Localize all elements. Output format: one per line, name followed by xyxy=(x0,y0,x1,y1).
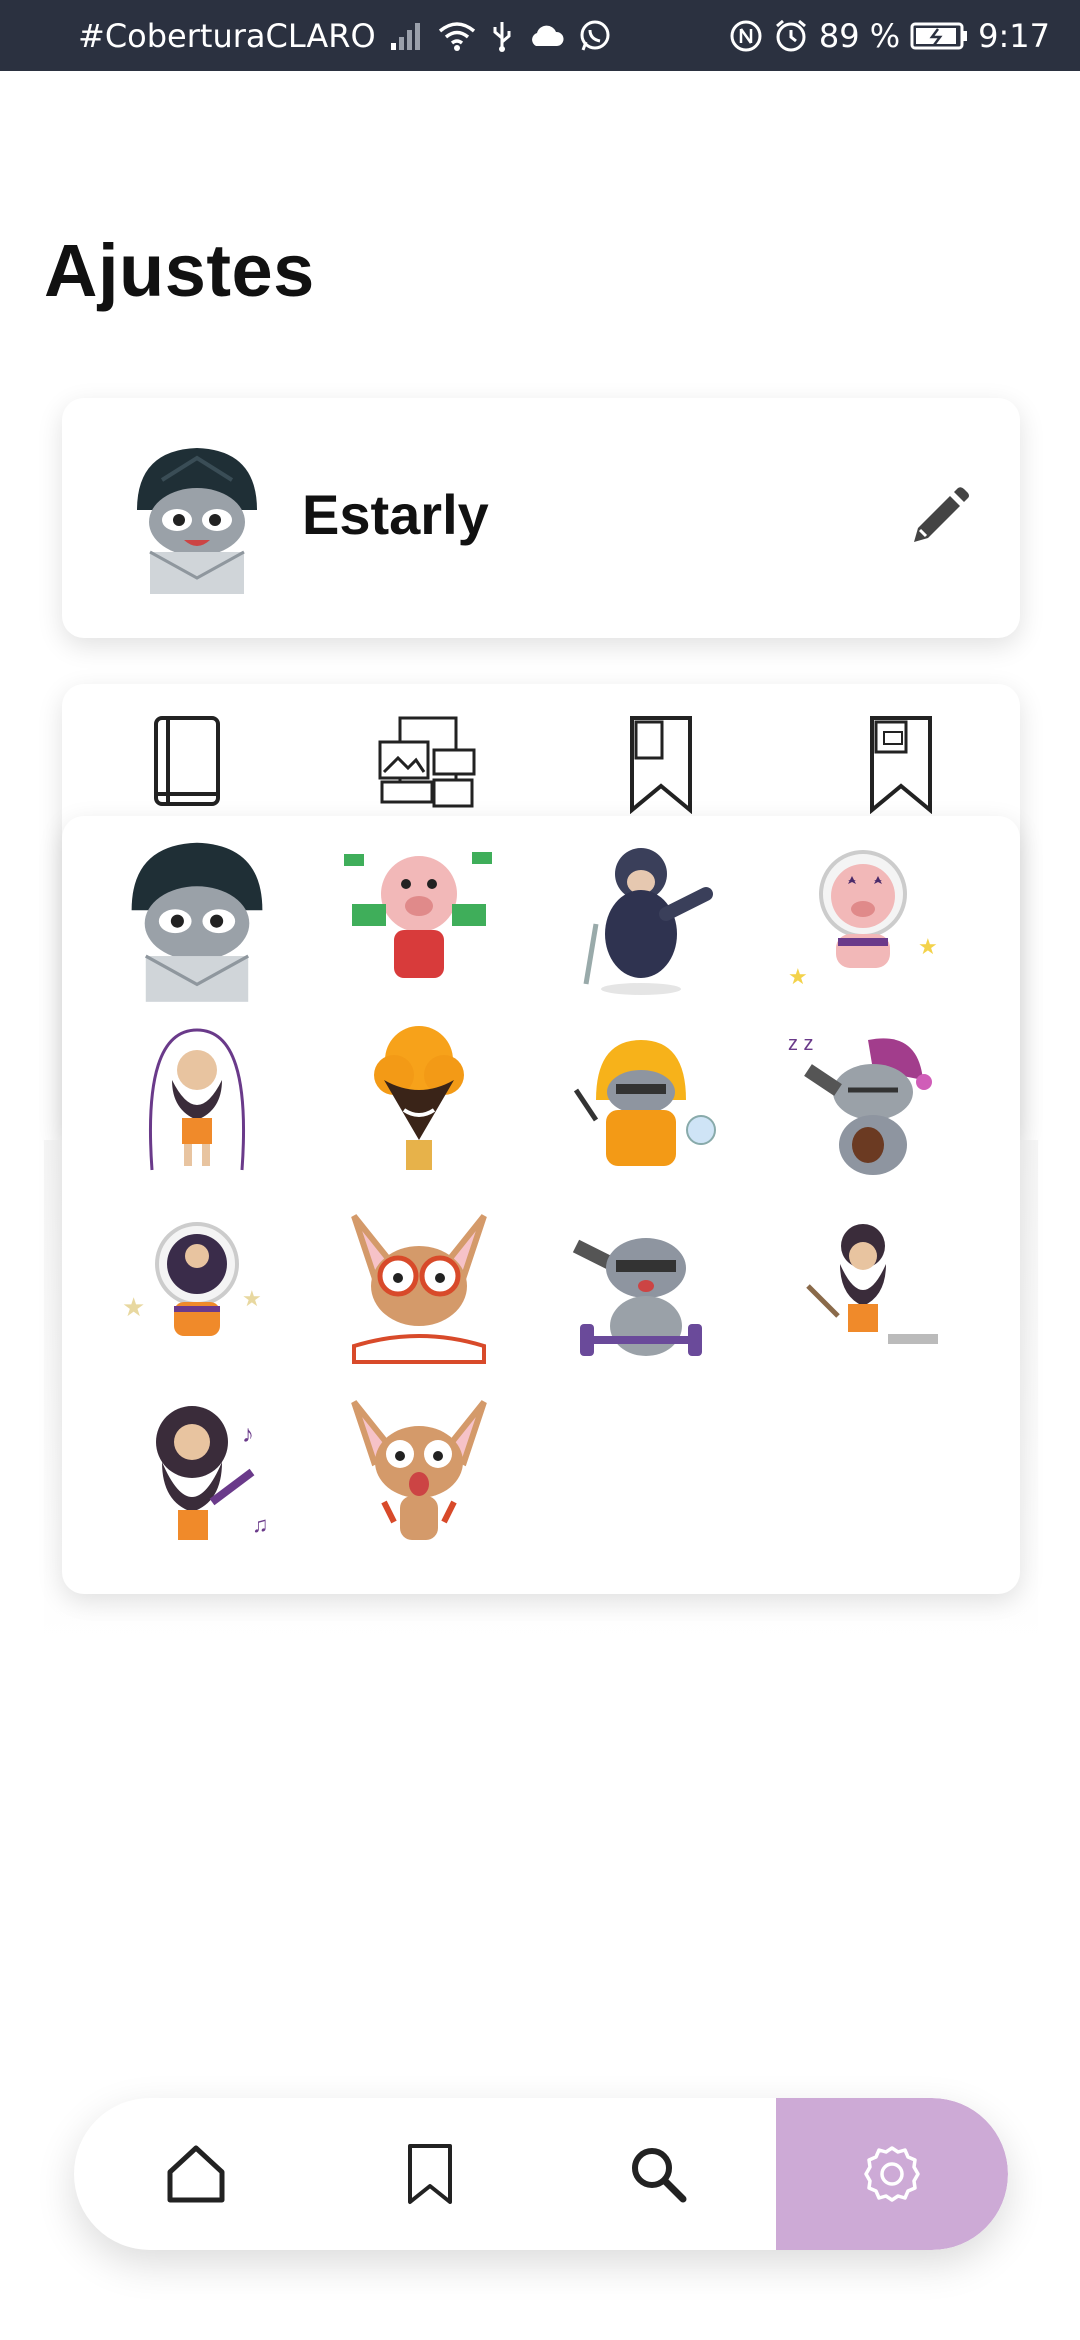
battery-icon xyxy=(910,21,968,51)
bookmark-media-icon[interactable] xyxy=(862,714,942,815)
home-icon[interactable] xyxy=(96,2098,296,2250)
avatar-option-caveman-astronaut[interactable]: ★ ★ xyxy=(112,1206,282,1376)
profile-card: Estarly xyxy=(62,398,1020,638)
avatar-option-chihuahua-scared[interactable] xyxy=(334,1392,504,1562)
avatar-option-raccoon-hazmat[interactable] xyxy=(556,1020,726,1190)
avatar-picker: ★ ★ z z ★ ★ ♪ ♫ xyxy=(62,816,1020,1594)
svg-text:♫: ♫ xyxy=(252,1512,269,1537)
svg-text:★: ★ xyxy=(788,964,808,989)
avatar-option-raccoon-sleepy[interactable]: z z xyxy=(778,1020,948,1190)
avatar-option-raccoon-hooded[interactable] xyxy=(112,834,282,1004)
book-icon[interactable] xyxy=(148,714,228,814)
clock: 9:17 xyxy=(978,16,1050,55)
nfc-icon xyxy=(729,19,763,53)
media-files-icon[interactable] xyxy=(372,714,482,814)
usb-icon xyxy=(490,20,514,52)
profile-avatar[interactable] xyxy=(122,440,272,596)
whatsapp-icon xyxy=(578,19,612,53)
avatar-option-wolf-explosion[interactable] xyxy=(334,1020,504,1190)
bookmark-book-icon[interactable] xyxy=(622,714,702,815)
svg-text:♪: ♪ xyxy=(242,1421,254,1448)
avatar-option-caveman-tools[interactable] xyxy=(778,1206,948,1376)
avatar-option-pig-money[interactable] xyxy=(334,834,504,1004)
svg-text:z z: z z xyxy=(788,1033,814,1055)
svg-text:★: ★ xyxy=(122,1292,145,1322)
bottom-nav xyxy=(74,2098,1008,2250)
avatar-option-caveman-music[interactable]: ♪ ♫ xyxy=(112,1392,282,1562)
svg-text:★: ★ xyxy=(918,934,938,959)
avatar-option-pig-astronaut[interactable]: ★ ★ xyxy=(778,834,948,1004)
avatar-option-caveman-jumprope[interactable] xyxy=(112,1020,282,1190)
alarm-icon xyxy=(773,18,809,54)
cloud-icon xyxy=(528,24,564,48)
pencil-icon[interactable] xyxy=(906,484,972,550)
wifi-icon xyxy=(438,21,476,51)
signal-icon xyxy=(390,21,424,51)
avatar-option-gorilla-crutch[interactable] xyxy=(556,834,726,1004)
battery-percent: 89 % xyxy=(818,16,901,55)
bookmark-icon[interactable] xyxy=(330,2098,530,2250)
settings-icon[interactable] xyxy=(776,2098,1008,2250)
search-icon[interactable] xyxy=(558,2098,758,2250)
carrier-label: #CoberturaCLARO xyxy=(78,16,376,55)
page-title: Ajustes xyxy=(44,229,315,312)
status-bar: #CoberturaCLARO 89 % 9:17 xyxy=(0,0,1080,71)
avatar-option-chihuahua-reading[interactable] xyxy=(334,1206,504,1376)
svg-text:★: ★ xyxy=(242,1286,262,1311)
avatar-option-raccoon-weights[interactable] xyxy=(556,1206,726,1376)
profile-name: Estarly xyxy=(302,483,489,546)
